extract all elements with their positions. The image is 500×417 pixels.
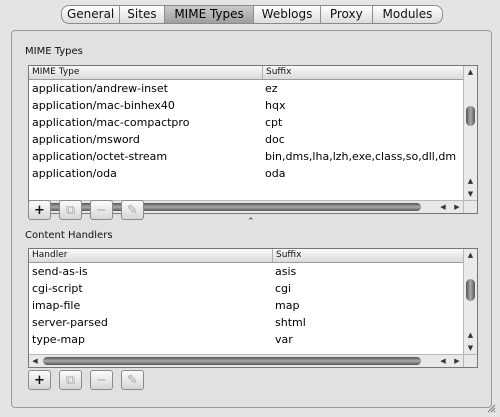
pencil-icon: ✎ bbox=[127, 372, 138, 388]
column-header-suffix[interactable]: Suffix bbox=[272, 249, 466, 262]
suffix-cell: ez bbox=[265, 82, 278, 95]
duplicate-handler-button[interactable]: ⧉ bbox=[59, 370, 82, 390]
suffix-cell: bin,dms,lha,lzh,exe,class,so,dll,dm bbox=[265, 150, 457, 163]
minus-icon: − bbox=[96, 202, 107, 218]
mime-types-panel: MIME Types MIME Type Suffix application/… bbox=[11, 30, 492, 408]
resize-grip-icon[interactable] bbox=[486, 403, 496, 413]
handler-cell: server-parsed bbox=[32, 316, 108, 329]
add-handler-button[interactable]: + bbox=[28, 370, 51, 390]
duplicate-mime-type-button[interactable]: ⧉ bbox=[59, 200, 82, 220]
tab-proxy[interactable]: Proxy bbox=[321, 6, 373, 23]
remove-handler-button[interactable]: − bbox=[90, 370, 113, 390]
scroll-down-arrow-icon[interactable]: ▼ bbox=[464, 188, 477, 200]
scroll-thumb[interactable] bbox=[466, 106, 475, 126]
mime-button-row: + ⧉ − ✎ bbox=[28, 200, 144, 220]
scroll-up-arrow-icon[interactable]: ▲ bbox=[464, 329, 477, 341]
mime-type-cell: application/oda bbox=[32, 167, 117, 180]
scroll-up-arrow-icon[interactable]: ▲ bbox=[464, 175, 477, 187]
split-view-handle-icon[interactable]: ⌃ bbox=[247, 217, 255, 227]
content-handlers-table: Handler Suffix send-as-is asis cgi-scrip… bbox=[28, 248, 478, 368]
column-header-handler[interactable]: Handler bbox=[29, 249, 272, 262]
suffix-cell: map bbox=[275, 299, 300, 312]
scroll-thumb[interactable] bbox=[466, 279, 475, 301]
add-mime-type-button[interactable]: + bbox=[28, 200, 51, 220]
mime-types-section-label: MIME Types bbox=[25, 46, 83, 57]
scroll-corner bbox=[463, 354, 477, 367]
tab-sites[interactable]: Sites bbox=[120, 6, 165, 23]
plus-icon: + bbox=[34, 202, 45, 218]
scroll-down-arrow-icon[interactable]: ▼ bbox=[464, 342, 477, 354]
handlers-button-row: + ⧉ − ✎ bbox=[28, 370, 144, 390]
duplicate-icon: ⧉ bbox=[65, 202, 76, 218]
scroll-up-arrow-icon[interactable]: ▲ bbox=[464, 66, 477, 78]
suffix-cell: doc bbox=[265, 133, 285, 146]
scroll-thumb[interactable] bbox=[43, 357, 421, 365]
suffix-cell: oda bbox=[265, 167, 286, 180]
preferences-window: General Sites MIME Types Weblogs Proxy M… bbox=[0, 0, 500, 417]
edit-handler-button[interactable]: ✎ bbox=[121, 370, 144, 390]
mime-type-cell: application/octet-stream bbox=[32, 150, 168, 163]
vertical-scrollbar[interactable]: ▲ ▲ ▼ bbox=[463, 66, 477, 213]
tab-weblogs[interactable]: Weblogs bbox=[254, 6, 321, 23]
handlers-table-header: Handler Suffix bbox=[29, 249, 463, 263]
scroll-right-arrow-icon[interactable]: ▶ bbox=[451, 355, 463, 367]
content-handlers-section-label: Content Handlers bbox=[25, 230, 113, 241]
pencil-icon: ✎ bbox=[127, 202, 138, 218]
remove-mime-type-button[interactable]: − bbox=[90, 200, 113, 220]
suffix-cell: asis bbox=[275, 265, 297, 278]
horizontal-scrollbar[interactable]: ◀ ◀ ▶ bbox=[29, 354, 463, 367]
scroll-up-arrow-icon[interactable]: ▲ bbox=[464, 249, 477, 261]
mime-type-cell: application/mac-binhex40 bbox=[32, 99, 175, 112]
edit-mime-type-button[interactable]: ✎ bbox=[121, 200, 144, 220]
tab-modules[interactable]: Modules bbox=[373, 6, 442, 23]
duplicate-icon: ⧉ bbox=[65, 372, 76, 388]
handler-cell: send-as-is bbox=[32, 265, 88, 278]
mime-type-cell: application/andrew-inset bbox=[32, 82, 168, 95]
scroll-left-arrow-icon[interactable]: ◀ bbox=[437, 201, 449, 213]
scroll-right-arrow-icon[interactable]: ▶ bbox=[451, 201, 463, 213]
suffix-cell: hqx bbox=[265, 99, 286, 112]
column-header-suffix[interactable]: Suffix bbox=[262, 66, 466, 79]
column-header-mime-type[interactable]: MIME Type bbox=[29, 66, 262, 79]
mime-table-header: MIME Type Suffix bbox=[29, 66, 463, 80]
mime-type-cell: application/msword bbox=[32, 133, 140, 146]
plus-icon: + bbox=[34, 372, 45, 388]
mime-types-table: MIME Type Suffix application/andrew-inse… bbox=[28, 65, 478, 214]
handler-cell: cgi-script bbox=[32, 282, 83, 295]
handler-cell: imap-file bbox=[32, 299, 81, 312]
suffix-cell: var bbox=[275, 333, 293, 346]
mime-type-cell: application/mac-compactpro bbox=[32, 116, 190, 129]
minus-icon: − bbox=[96, 372, 107, 388]
vertical-scrollbar[interactable]: ▲ ▲ ▼ bbox=[463, 249, 477, 367]
scroll-left-arrow-icon[interactable]: ◀ bbox=[437, 355, 449, 367]
scroll-left-arrow-icon[interactable]: ◀ bbox=[29, 355, 41, 367]
suffix-cell: cgi bbox=[275, 282, 292, 295]
tab-general[interactable]: General bbox=[62, 6, 121, 23]
suffix-cell: shtml bbox=[275, 316, 306, 329]
tab-bar: General Sites MIME Types Weblogs Proxy M… bbox=[61, 5, 443, 24]
handler-cell: type-map bbox=[32, 333, 85, 346]
tab-mime-types[interactable]: MIME Types bbox=[164, 6, 255, 23]
suffix-cell: cpt bbox=[265, 116, 283, 129]
scroll-corner bbox=[463, 200, 477, 213]
